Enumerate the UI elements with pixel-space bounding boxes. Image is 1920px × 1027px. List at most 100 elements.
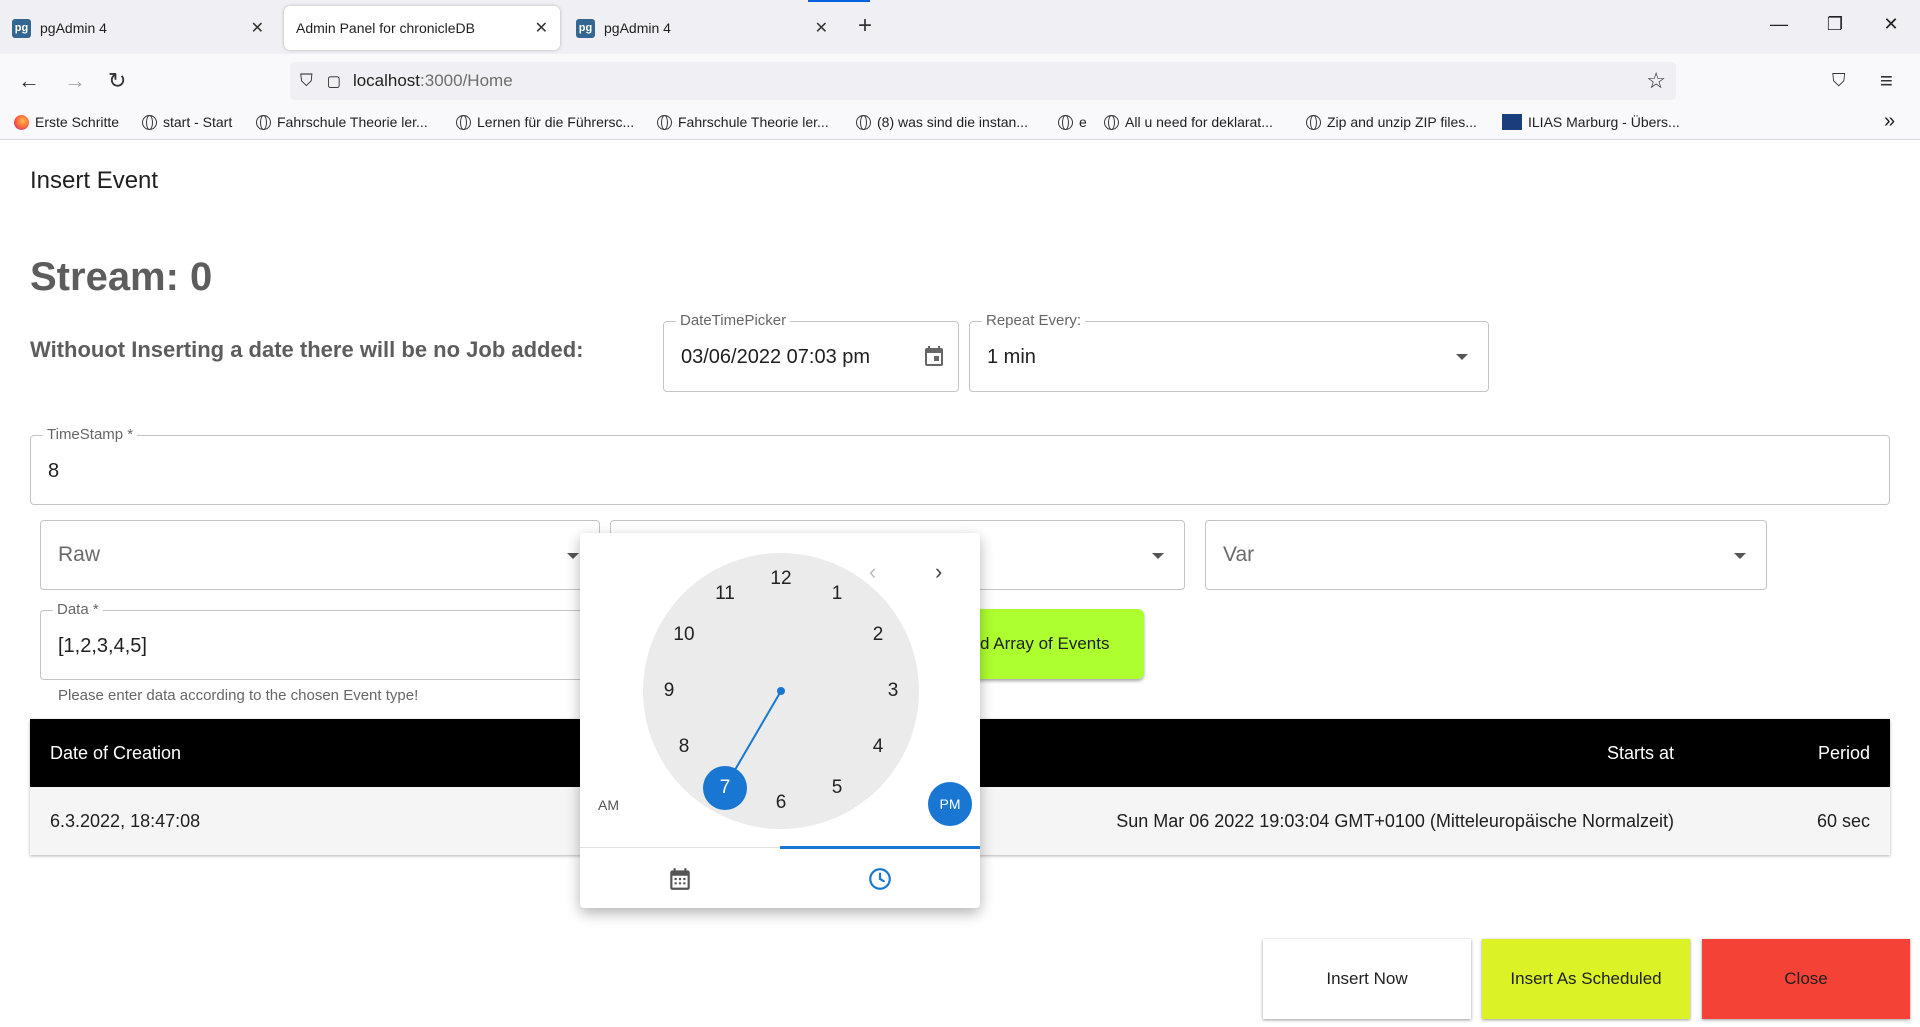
bookmark-item[interactable]: (8) was sind die instan...	[856, 114, 1028, 130]
bookmark-star-icon[interactable]: ☆	[1646, 68, 1666, 94]
close-tab-icon[interactable]: ✕	[535, 18, 548, 38]
insert-now-button[interactable]: Insert Now	[1263, 939, 1471, 1019]
menu-icon[interactable]: ≡	[1880, 68, 1893, 94]
tab-loading-indicator	[808, 0, 870, 2]
bookmark-label: Zip and unzip ZIP files...	[1327, 114, 1477, 130]
url-bar[interactable]: ⛉ ▢ localhost:3000/Home ☆	[290, 62, 1676, 100]
clock-hour-8[interactable]: 8	[669, 732, 699, 762]
globe-icon	[856, 114, 871, 130]
repeat-every-select[interactable]: Repeat Every: 1 min	[969, 312, 1489, 392]
bookmark-item[interactable]: Fahrschule Theorie ler...	[657, 114, 829, 130]
bookmark-item[interactable]: e	[1058, 114, 1087, 130]
globe-icon	[142, 114, 157, 130]
datetime-legend: DateTimePicker	[676, 312, 791, 329]
pgadmin-icon: pg	[12, 18, 31, 38]
tab-time[interactable]	[780, 848, 980, 909]
bookmark-item[interactable]: Lernen für die Führersc...	[456, 114, 634, 130]
reload-icon[interactable]: ↻	[108, 68, 126, 94]
clock-hour-1[interactable]: 1	[822, 579, 852, 609]
new-tab-plus-icon[interactable]: +	[858, 12, 872, 40]
tab-date[interactable]	[580, 848, 780, 909]
bookmark-item[interactable]: start - Start	[142, 114, 232, 130]
picker-tabs	[580, 846, 980, 909]
cell-period: 60 sec	[1816, 811, 1870, 831]
event-type-value: Raw	[58, 543, 101, 566]
clock-hour-7[interactable]: 7	[703, 765, 747, 810]
bookmark-label: e	[1079, 114, 1087, 130]
chevron-down-icon	[1734, 553, 1746, 559]
data-field[interactable]: Data * [1,2,3,4,5]	[40, 601, 600, 680]
bookmark-label: Fahrschule Theorie ler...	[678, 114, 829, 130]
browser-tab-pgadmin-2[interactable]: pg pgAdmin 4 ✕	[564, 6, 840, 50]
event-type-select[interactable]: Raw	[40, 520, 600, 590]
dialog-title: Insert Event	[30, 167, 159, 194]
bookmark-label: start - Start	[163, 114, 233, 130]
page-info-icon[interactable]: ▢	[327, 72, 341, 90]
am-button[interactable]: AM	[598, 797, 619, 813]
clock-hour-6[interactable]: 6	[766, 788, 796, 818]
close-tab-icon[interactable]: ✕	[251, 18, 264, 38]
timestamp-legend: TimeStamp *	[43, 426, 138, 443]
datetime-value: 03/06/2022 07:03 pm	[681, 346, 871, 368]
datetime-picker-field[interactable]: DateTimePicker 03/06/2022 07:03 pm	[663, 312, 959, 392]
window-close-icon[interactable]: ✕	[1876, 14, 1906, 35]
next-chevron-icon[interactable]: ›	[935, 559, 942, 585]
minimize-icon[interactable]: —	[1764, 14, 1794, 35]
data-value: [1,2,3,4,5]	[58, 635, 147, 657]
bookmark-item[interactable]: Zip and unzip ZIP files...	[1306, 114, 1477, 130]
forward-arrow-icon[interactable]: →	[64, 68, 86, 94]
url-path: :3000/Home	[420, 71, 513, 90]
calendar-icon	[670, 867, 690, 890]
pocket-icon[interactable]: ⛉	[1832, 70, 1846, 91]
bookmark-item[interactable]: ILIAS Marburg - Übers...	[1502, 114, 1680, 130]
clock-hour-2[interactable]: 2	[863, 620, 893, 650]
cell-starts-at: Sun Mar 06 2022 19:03:04 GMT+0100 (Mitte…	[1116, 811, 1674, 831]
tab-label: pgAdmin 4	[604, 20, 671, 36]
clock-hour-10[interactable]: 10	[669, 620, 699, 650]
restore-icon[interactable]: ❐	[1820, 14, 1850, 35]
repeat-value: 1 min	[987, 346, 1036, 368]
cell-date-of-creation: 6.3.2022, 18:47:08	[50, 811, 201, 831]
clock-hour-3[interactable]: 3	[878, 676, 908, 706]
chevron-down-icon	[1152, 553, 1164, 559]
more-bookmarks-chevron-icon[interactable]: »	[1884, 110, 1895, 133]
header-starts-at: Starts at	[1606, 743, 1674, 763]
bookmark-item[interactable]: All u need for deklarat...	[1104, 114, 1273, 130]
data-legend: Data *	[53, 601, 103, 618]
job-note: Withouot Inserting a date there will be …	[30, 337, 584, 362]
close-button[interactable]: Close	[1702, 939, 1910, 1019]
insert-event-dialog: Insert Event Stream: 0 Withouot Insertin…	[0, 141, 1920, 1027]
browser-tab-bar: pg pgAdmin 4 ✕ Admin Panel for chronicle…	[0, 0, 1920, 54]
pm-button[interactable]: PM	[928, 782, 972, 826]
data-helper-text: Please enter data according to the chose…	[58, 687, 419, 704]
bookmark-item[interactable]: Erste Schritte	[14, 114, 119, 130]
bookmark-item[interactable]: Fahrschule Theorie ler...	[256, 114, 428, 130]
var-select[interactable]: Var	[1205, 520, 1767, 590]
pgadmin-icon: pg	[576, 18, 595, 38]
shield-icon[interactable]: ⛉	[300, 71, 313, 91]
globe-icon	[1058, 114, 1073, 130]
repeat-legend: Repeat Every:	[982, 312, 1086, 329]
globe-icon	[657, 114, 672, 130]
close-tab-icon[interactable]: ✕	[815, 18, 828, 38]
clock-hour-5[interactable]: 5	[822, 773, 852, 803]
clock-hour-12[interactable]: 12	[766, 564, 796, 594]
time-picker-popup: ‹ › 12 1 2 3 4 5 6 7 8 9 10 11 AM PM	[580, 533, 980, 908]
globe-icon	[1104, 114, 1119, 130]
clock-face[interactable]: 12 1 2 3 4 5 6 7 8 9 10 11	[643, 553, 919, 829]
clock-hour-9[interactable]: 9	[654, 676, 684, 706]
back-arrow-icon[interactable]: ←	[18, 68, 40, 94]
timestamp-value: 8	[48, 460, 60, 482]
bookmark-label: ILIAS Marburg - Übers...	[1528, 114, 1680, 130]
clock-hour-11[interactable]: 11	[710, 579, 740, 609]
browser-tab-admin-panel[interactable]: Admin Panel for chronicleDB ✕	[284, 6, 560, 50]
timestamp-field[interactable]: TimeStamp * 8	[30, 426, 1890, 505]
clock-hour-4[interactable]: 4	[863, 732, 893, 762]
browser-tab-pgadmin-1[interactable]: pg pgAdmin 4 ✕	[0, 6, 276, 50]
bookmark-label: Erste Schritte	[35, 114, 120, 130]
browser-nav-bar: ← → ↻ ⛉ ▢ localhost:3000/Home ☆ ⛉ ≡	[0, 54, 1920, 108]
header-date-of-creation: Date of Creation	[50, 743, 182, 763]
insert-as-scheduled-button[interactable]: Insert As Scheduled	[1482, 939, 1690, 1019]
globe-icon	[456, 114, 471, 130]
calendar-icon[interactable]	[922, 344, 946, 368]
